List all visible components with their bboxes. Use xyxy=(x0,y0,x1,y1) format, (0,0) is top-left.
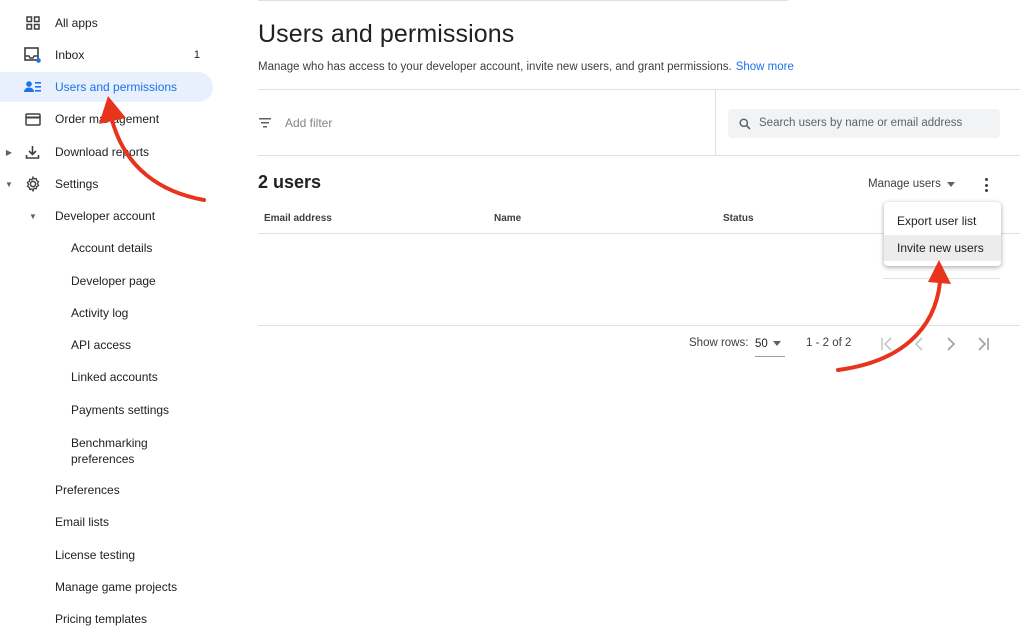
sidebar-item-activity-log[interactable]: Activity log xyxy=(0,298,213,328)
inbox-icon xyxy=(24,47,41,63)
previous-page-icon[interactable] xyxy=(911,336,927,352)
sidebar-item-developer-page[interactable]: Developer page xyxy=(0,266,213,296)
sidebar-item-label: Account details xyxy=(71,241,153,255)
column-header-status[interactable]: Status xyxy=(723,213,754,224)
sidebar-item-label: Manage game projects xyxy=(55,580,178,594)
sidebar-item-linked-accounts[interactable]: Linked accounts xyxy=(0,362,213,392)
page-title: Users and permissions xyxy=(258,20,515,48)
sidebar-item-label: All apps xyxy=(55,16,98,30)
sidebar-item-manage-game-projects[interactable]: Manage game projects xyxy=(0,572,213,602)
filter-bar: Add filter Search users by name or email… xyxy=(258,89,1020,156)
column-header-email[interactable]: Email address xyxy=(264,213,332,224)
search-input[interactable]: Search users by name or email address xyxy=(728,109,1000,138)
sidebar-item-label: Users and permissions xyxy=(55,80,178,94)
sidebar-item-label: Inbox xyxy=(55,48,85,62)
pagination-range: 1 - 2 of 2 xyxy=(806,337,852,349)
credit-card-icon xyxy=(24,111,41,127)
sidebar-item-payments-settings[interactable]: Payments settings xyxy=(0,395,213,425)
sidebar-item-order-management[interactable]: Order management xyxy=(0,104,213,134)
sidebar-item-label: Payments settings xyxy=(71,403,170,417)
sidebar-item-account-details[interactable]: Account details xyxy=(0,233,213,263)
sidebar-item-label: Order management xyxy=(55,112,160,126)
first-page-icon[interactable] xyxy=(879,336,895,352)
page-description: Manage who has access to your developer … xyxy=(258,61,794,73)
sidebar-item-email-lists[interactable]: Email lists xyxy=(0,507,213,537)
table-footer-divider xyxy=(258,325,1020,326)
more-options-icon[interactable] xyxy=(983,177,989,193)
search-placeholder: Search users by name or email address xyxy=(759,117,963,129)
show-rows-label: Show rows: xyxy=(689,337,749,349)
sidebar-item-label: Benchmarking preferences xyxy=(71,436,148,466)
download-icon xyxy=(24,144,41,160)
filter-divider xyxy=(715,90,716,155)
sidebar-item-all-apps[interactable]: All apps xyxy=(0,8,213,38)
users-count: 2 users xyxy=(258,172,322,192)
sidebar-item-license-testing[interactable]: License testing xyxy=(0,540,213,570)
show-more-link[interactable]: Show more xyxy=(736,61,794,73)
last-page-icon[interactable] xyxy=(975,336,991,352)
page-description-text: Manage who has access to your developer … xyxy=(258,61,732,73)
inbox-count-badge: 1 xyxy=(193,49,200,61)
sidebar-item-label: License testing xyxy=(55,548,136,562)
rows-per-page-select[interactable]: 50 xyxy=(755,331,785,357)
sidebar-item-users-and-permissions[interactable]: Users and permissions xyxy=(0,72,213,102)
manage-users-label: Manage users xyxy=(868,178,941,190)
export-user-list-menu-item[interactable]: Export user list xyxy=(884,208,1001,234)
users-permissions-icon xyxy=(24,79,41,95)
sidebar: All apps Inbox 1 Users and permissions O… xyxy=(0,0,222,636)
column-header-name[interactable]: Name xyxy=(494,213,521,224)
chevron-down-icon[interactable]: ▼ xyxy=(4,180,14,189)
rows-per-page-value: 50 xyxy=(755,337,768,350)
sidebar-item-label: Settings xyxy=(55,177,99,191)
sidebar-item-benchmarking-preferences[interactable]: Benchmarking preferences xyxy=(0,433,213,469)
caret-down-icon xyxy=(946,181,955,187)
sidebar-item-label: Developer account xyxy=(55,209,156,223)
add-filter-button[interactable]: Add filter xyxy=(285,116,332,130)
sidebar-item-pricing-templates[interactable]: Pricing templates xyxy=(0,604,213,634)
gear-icon xyxy=(24,176,41,192)
sidebar-item-inbox[interactable]: Inbox 1 xyxy=(0,40,213,70)
grid-icon xyxy=(24,15,41,31)
search-icon xyxy=(739,117,751,130)
sidebar-item-settings[interactable]: ▼ Settings xyxy=(0,169,213,199)
chevron-down-icon[interactable]: ▼ xyxy=(28,212,38,221)
annotation-arrow-menu xyxy=(836,260,951,372)
sidebar-item-label: Email lists xyxy=(55,515,110,529)
sidebar-item-download-reports[interactable]: ▶ Download reports xyxy=(0,137,213,167)
sidebar-item-developer-account[interactable]: ▼ Developer account xyxy=(0,201,213,231)
table-row-divider xyxy=(883,278,1000,279)
sidebar-item-label: Download reports xyxy=(55,145,150,159)
sidebar-item-label: Developer page xyxy=(71,274,156,288)
more-options-menu: Export user list Invite new users xyxy=(884,202,1001,266)
sidebar-item-api-access[interactable]: API access xyxy=(0,330,213,360)
sidebar-item-label: Preferences xyxy=(55,483,120,497)
next-page-icon[interactable] xyxy=(943,336,959,352)
chevron-right-icon[interactable]: ▶ xyxy=(4,148,14,157)
sidebar-item-label: Activity log xyxy=(71,306,129,320)
top-divider xyxy=(258,0,788,1)
sidebar-item-label: Pricing templates xyxy=(55,612,148,626)
sidebar-item-label: API access xyxy=(71,338,132,352)
caret-down-icon xyxy=(772,341,781,346)
sidebar-item-preferences[interactable]: Preferences xyxy=(0,475,213,505)
filter-icon[interactable] xyxy=(258,116,272,128)
sidebar-item-label: Linked accounts xyxy=(71,370,158,384)
invite-new-users-menu-item[interactable]: Invite new users xyxy=(884,235,1001,261)
manage-users-button[interactable]: Manage users xyxy=(868,178,955,190)
